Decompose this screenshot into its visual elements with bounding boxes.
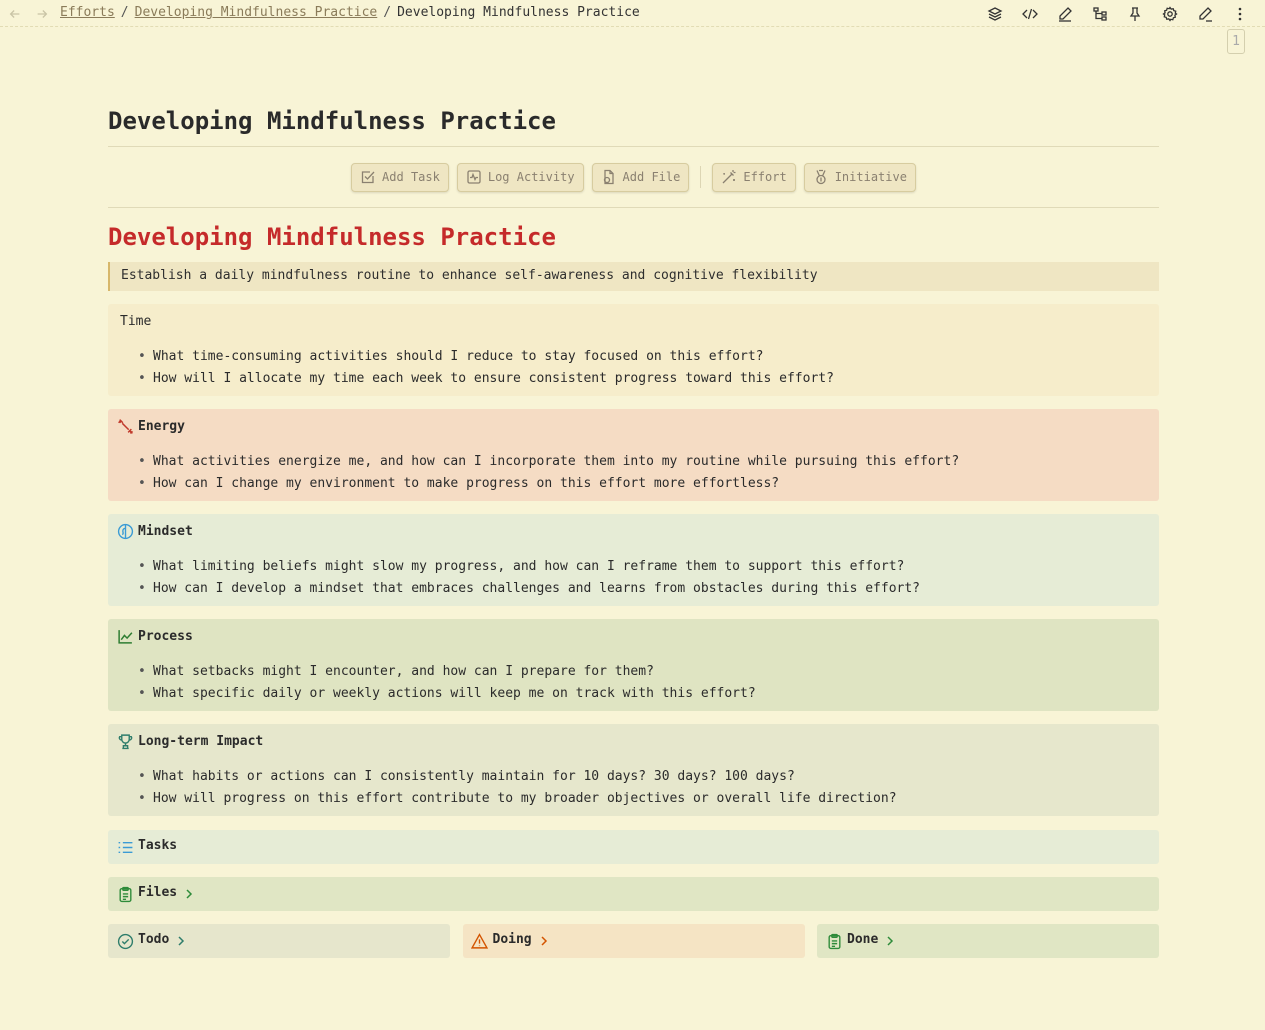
wand-icon [722, 170, 736, 184]
callout-time-title: Time [120, 313, 152, 329]
warning-icon [471, 932, 489, 950]
brain-icon [116, 522, 134, 540]
clipboard-icon [825, 932, 843, 950]
breadcrumb-separator: / [120, 5, 129, 20]
list-item: How can I develop a mindset that embrace… [138, 578, 1149, 600]
callout-mindset-header[interactable]: Mindset [116, 522, 1149, 540]
done-section[interactable]: Done [817, 924, 1159, 958]
list-item: What habits or actions can I consistentl… [138, 766, 1149, 788]
initiative-label: Initiative [834, 170, 907, 184]
page-counter-badge[interactable]: 1 [1227, 29, 1245, 54]
back-arrow-icon[interactable] [5, 4, 25, 24]
kanban-row: Todo Doing Done [108, 924, 1159, 958]
files-section[interactable]: Files [108, 877, 1159, 911]
forward-arrow-icon[interactable] [32, 4, 52, 24]
effort-description: Establish a daily mindfulness routine to… [108, 262, 1159, 291]
effort-label: Effort [743, 170, 787, 184]
action-bar: Add Task Log Activity Add File Effort In… [108, 147, 1159, 207]
checkbox-icon [361, 171, 375, 184]
list-item: How will I allocate my time each week to… [138, 368, 1149, 390]
add-file-button[interactable]: Add File [591, 162, 690, 192]
list-item: What activities energize me, and how can… [138, 451, 1149, 473]
trophy-icon [116, 732, 134, 750]
callout-energy: Energy What activities energize me, and … [108, 409, 1159, 501]
callout-process-header[interactable]: Process [116, 627, 1149, 645]
effort-button[interactable]: Effort [712, 162, 796, 192]
callout-energy-list: What activities energize me, and how can… [116, 451, 1149, 494]
note-content: Developing Mindfulness Practice Add Task… [108, 100, 1159, 958]
chevron-right-icon[interactable] [884, 932, 896, 950]
action-separator [700, 166, 702, 188]
breadcrumb: Efforts / Developing Mindfulness Practice /… [60, 5, 640, 20]
doing-section-title: Doing [492, 932, 532, 947]
todo-section-title: Todo [138, 932, 170, 947]
list-item: What specific daily or weekly actions wi… [138, 683, 1149, 705]
tasks-section[interactable]: Tasks [108, 830, 1159, 864]
top-bar: Efforts / Developing Mindfulness Practice /… [0, 0, 1265, 27]
callout-impact: Long-term Impact What habits or actions … [108, 724, 1159, 816]
code-icon[interactable] [1012, 4, 1047, 24]
file-icon [603, 169, 614, 185]
add-task-label: Add Task [382, 170, 440, 184]
callout-process-title: Process [138, 628, 193, 644]
todo-section[interactable]: Todo [108, 924, 450, 958]
list-item: What setbacks might I encounter, and how… [138, 661, 1149, 683]
edit-icon[interactable] [1187, 4, 1222, 24]
line-chart-icon [116, 627, 134, 645]
check-circle-icon [116, 932, 134, 950]
list-item: How can I change my environment to make … [138, 473, 1149, 495]
list-icon [116, 838, 134, 856]
add-task-button[interactable]: Add Task [351, 162, 449, 192]
log-activity-button[interactable]: Log Activity [456, 162, 584, 192]
pin-icon[interactable] [1117, 4, 1152, 24]
breadcrumb-link-efforts[interactable]: Efforts [60, 5, 115, 20]
layers-icon[interactable] [977, 4, 1012, 24]
tasks-section-title: Tasks [138, 838, 178, 853]
clipboard-icon [116, 885, 134, 903]
callout-process: Process What setbacks might I encounter,… [108, 619, 1159, 711]
callout-energy-header[interactable]: Energy [116, 417, 1149, 435]
callout-energy-title: Energy [138, 418, 185, 434]
callout-time-list: What time-consuming activities should I … [116, 346, 1149, 389]
tree-icon[interactable] [1082, 4, 1117, 24]
doing-section[interactable]: Doing [462, 924, 805, 958]
more-vertical-icon[interactable] [1222, 4, 1257, 24]
chevron-right-icon[interactable] [538, 932, 550, 950]
gear-icon[interactable] [1152, 4, 1187, 24]
callout-time: Time What time-consuming activities shou… [108, 304, 1159, 396]
callout-mindset-list: What limiting beliefs might slow my prog… [116, 556, 1149, 599]
chevron-right-icon[interactable] [183, 885, 195, 903]
toolbar [977, 4, 1257, 24]
log-activity-label: Log Activity [487, 170, 575, 184]
add-file-label: Add File [622, 170, 681, 184]
callout-process-list: What setbacks might I encounter, and how… [116, 661, 1149, 704]
callout-impact-title: Long-term Impact [138, 733, 264, 749]
breadcrumb-separator: / [383, 5, 392, 20]
list-item: What time-consuming activities should I … [138, 346, 1149, 368]
activity-icon [467, 170, 481, 184]
callout-mindset-title: Mindset [138, 523, 193, 539]
list-item: What limiting beliefs might slow my prog… [138, 556, 1149, 578]
pencil-icon[interactable] [1047, 4, 1082, 24]
dumbbell-icon [116, 417, 134, 435]
breadcrumb-link-effort[interactable]: Developing Mindfulness Practice [135, 5, 378, 20]
chevron-right-icon[interactable] [175, 932, 187, 950]
list-item: How will progress on this effort contrib… [138, 788, 1149, 810]
divider [108, 207, 1159, 208]
effort-title: Developing Mindfulness Practice [108, 223, 556, 251]
callout-impact-header[interactable]: Long-term Impact [116, 732, 1149, 750]
callout-time-header[interactable]: Time [116, 312, 1149, 330]
callout-impact-list: What habits or actions can I consistentl… [116, 766, 1149, 809]
files-section-title: Files [138, 885, 178, 900]
initiative-button[interactable]: Initiative [803, 162, 916, 192]
done-section-title: Done [847, 932, 879, 947]
breadcrumb-current: Developing Mindfulness Practice [397, 5, 640, 20]
callout-mindset: Mindset What limiting beliefs might slow… [108, 514, 1159, 606]
medal-icon [816, 169, 826, 185]
page-title: Developing Mindfulness Practice [108, 107, 556, 135]
